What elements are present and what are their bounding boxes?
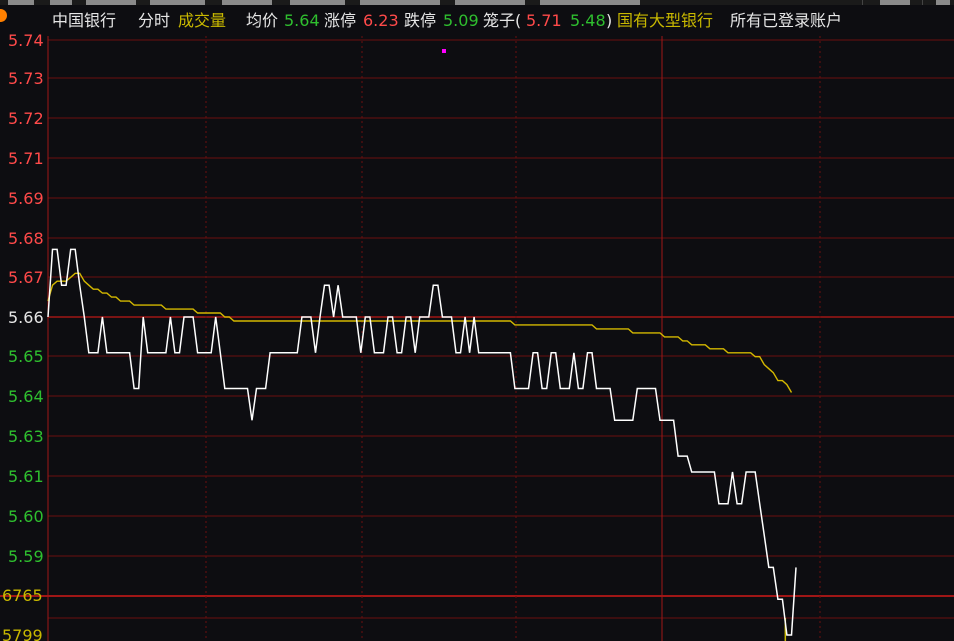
avg-price-line xyxy=(47,272,793,393)
volume-axis-label: 5799 xyxy=(2,626,43,641)
price-axis-label: 5.63 xyxy=(8,427,44,446)
price-axis-label: 5.67 xyxy=(8,268,44,287)
volume-axis-labels: 6765 5799 xyxy=(2,586,43,641)
price-axis-label: 5.69 xyxy=(8,189,44,208)
price-axis-label: 5.66 xyxy=(8,308,44,327)
price-axis-labels: 5.74 5.73 5.72 5.71 5.69 5.68 5.67 5.66 5.65 5.64… xyxy=(8,31,44,566)
price-axis-label: 5.68 xyxy=(8,229,44,248)
price-axis-label: 5.72 xyxy=(8,109,44,128)
price-axis-label: 5.73 xyxy=(8,69,44,88)
price-axis-label: 5.64 xyxy=(8,387,44,406)
intraday-chart[interactable]: 5.74 5.73 5.72 5.71 5.69 5.68 5.67 5.66 5.65 5.64… xyxy=(0,0,954,641)
volume-axis-label: 6765 xyxy=(2,586,43,605)
price-axis-label: 5.60 xyxy=(8,507,44,526)
price-axis-label: 5.71 xyxy=(8,149,44,168)
chart-marker xyxy=(442,49,446,53)
price-axis-label: 5.74 xyxy=(8,31,44,50)
price-axis-label: 5.59 xyxy=(8,547,44,566)
price-axis-label: 5.65 xyxy=(8,347,44,366)
price-axis-label: 5.61 xyxy=(8,467,44,486)
price-line xyxy=(47,248,797,636)
